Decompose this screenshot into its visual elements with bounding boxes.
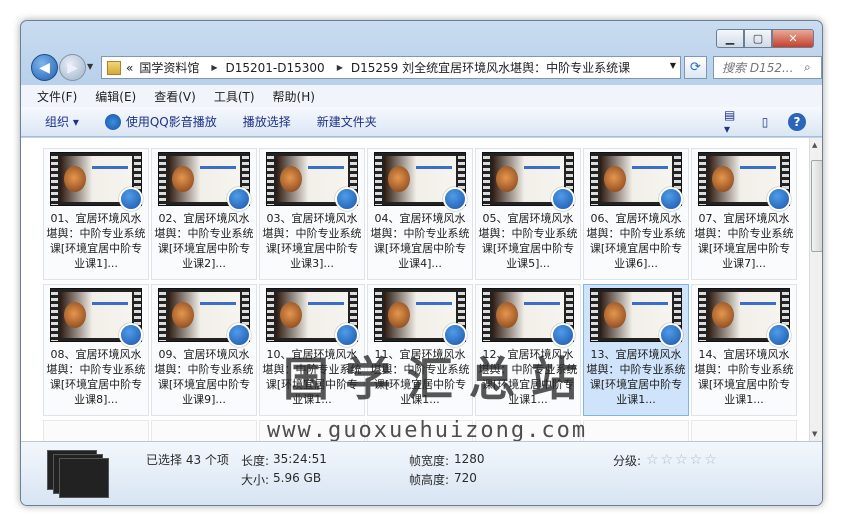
file-list[interactable]: 01、宜居环境风水堪舆：中阶专业系统课[环境宜居中阶专业课1]... 02、宜居环… [21,138,809,452]
play-selection-button[interactable]: 播放选择 [243,113,291,130]
qq-player-icon [443,323,467,347]
file-label: 10、宜居环境风水堪舆：中阶专业系统课[环境宜居中阶专业课1... [262,348,362,406]
qq-player-icon [767,323,791,347]
file-tile[interactable]: 05、宜居环境风水堪舆：中阶专业系统课[环境宜居中阶专业课5]... [475,148,581,280]
file-label: 05、宜居环境风水堪舆：中阶专业系统课[环境宜居中阶专业课5]... [478,212,578,270]
file-label: 09、宜居环境风水堪舆：中阶专业系统课[环境宜居中阶专业课9]... [154,348,254,406]
window-controls: ▁ ▢ ✕ [716,29,814,48]
file-tile[interactable]: 11、宜居环境风水堪舆：中阶专业系统课[环境宜居中阶专业课1... [367,284,473,416]
qq-player-icon [767,187,791,211]
file-tile[interactable]: 12、宜居环境风水堪舆：中阶专业系统课[环境宜居中阶专业课1... [475,284,581,416]
frame-width-label: 帧宽度: [409,454,450,468]
frame-width-value: 1280 [454,452,485,466]
file-tile[interactable]: 06、宜居环境风水堪舆：中阶专业系统课[环境宜居中阶专业课6]... [583,148,689,280]
details-pane: 已选择 43 个项 长度: 35:24:51 大小: 5.96 GB 帧宽度: … [21,441,822,505]
file-tile[interactable]: 02、宜居环境风水堪舆：中阶专业系统课[环境宜居中阶专业课2]... [151,148,257,280]
file-tile[interactable]: 04、宜居环境风水堪舆：中阶专业系统课[环境宜居中阶专业课4]... [367,148,473,280]
file-label: 11、宜居环境风水堪舆：中阶专业系统课[环境宜居中阶专业课1... [370,348,470,406]
recent-pages-dropdown[interactable]: ▼ [87,62,93,71]
search-box[interactable]: ⌕ [713,56,822,79]
qq-player-icon [227,187,251,211]
view-options-icon[interactable]: ▤ ▾ [724,108,742,136]
file-label: 07、宜居环境风水堪舆：中阶专业系统课[环境宜居中阶专业课7]... [694,212,794,270]
file-label: 08、宜居环境风水堪舆：中阶专业系统课[环境宜居中阶专业课8]... [46,348,146,406]
qq-player-icon [659,323,683,347]
file-label: 06、宜居环境风水堪舆：中阶专业系统课[环境宜居中阶专业课6]... [586,212,686,270]
vertical-scrollbar[interactable]: ▲ ▼ [809,138,822,441]
qq-play-button[interactable]: 使用QQ影音播放 [104,113,217,130]
forward-button[interactable]: ▶ [59,54,86,81]
length-value: 35:24:51 [273,452,327,466]
organize-button[interactable]: 组织 ▾ [45,113,79,130]
help-icon[interactable]: ? [788,113,806,131]
qq-player-icon [335,323,359,347]
breadcrumb-overflow[interactable]: « [126,61,133,75]
file-label: 13、宜居环境风水堪舆：中阶专业系统课[环境宜居中阶专业课1... [586,348,686,406]
qq-player-icon [659,187,683,211]
file-label: 14、宜居环境风水堪舆：中阶专业系统课[环境宜居中阶专业课1... [694,348,794,406]
file-label: 04、宜居环境风水堪舆：中阶专业系统课[环境宜居中阶专业课4]... [370,212,470,270]
menu-view[interactable]: 查看(V) [154,88,196,105]
refresh-button[interactable]: ⟳ [684,56,707,79]
file-tile[interactable]: 03、宜居环境风水堪舆：中阶专业系统课[环境宜居中阶专业课3]... [259,148,365,280]
breadcrumb-item[interactable]: D15201-D15300 [226,61,325,75]
rating-stars[interactable]: ☆☆☆☆☆ [646,452,719,468]
file-tile[interactable]: 08、宜居环境风水堪舆：中阶专业系统课[环境宜居中阶专业课8]... [43,284,149,416]
command-bar: 组织 ▾ 使用QQ影音播放 播放选择 新建文件夹 ▤ ▾ ▯ ? [21,107,822,137]
search-icon[interactable]: ⌕ [804,60,811,75]
breadcrumb-separator-icon[interactable]: ▶ [211,63,217,72]
file-tile[interactable]: 13、宜居环境风水堪舆：中阶专业系统课[环境宜居中阶专业课1... [583,284,689,416]
close-button[interactable]: ✕ [772,29,814,48]
back-button[interactable]: ◀ [31,54,58,81]
qq-player-icon [551,323,575,347]
file-label: 01、宜居环境风水堪舆：中阶专业系统课[环境宜居中阶专业课1]... [46,212,146,270]
scroll-down-icon[interactable]: ▼ [812,430,817,438]
command-bar-right: ▤ ▾ ▯ ? [710,108,806,136]
navigation-row: ◀ ▶ ▼ « 国学资料馆 ▶ D15201-D15300 ▶ D15259 刘… [29,54,822,82]
breadcrumb-separator-icon[interactable]: ▶ [337,63,343,72]
qq-player-icon [443,187,467,211]
file-label: 12、宜居环境风水堪舆：中阶专业系统课[环境宜居中阶专业课1... [478,348,578,406]
qq-player-icon [335,187,359,211]
scrollbar-thumb[interactable] [811,160,822,252]
size-label: 大小: [241,473,270,487]
file-tile[interactable]: 14、宜居环境风水堪舆：中阶专业系统课[环境宜居中阶专业课1... [691,284,797,416]
file-tile[interactable]: 10、宜居环境风水堪舆：中阶专业系统课[环境宜居中阶专业课1... [259,284,365,416]
qq-player-icon [551,187,575,211]
breadcrumb-item[interactable]: 国学资料馆 [139,59,199,76]
address-dropdown-icon[interactable]: ▼ [670,61,676,70]
frame-height-value: 720 [454,471,477,485]
qq-player-icon [104,113,121,130]
rating-label: 分级: [613,454,642,468]
qq-player-icon [227,323,251,347]
qq-player-icon [119,187,143,211]
file-label: 03、宜居环境风水堪舆：中阶专业系统课[环境宜居中阶专业课3]... [262,212,362,270]
frame-height-label: 帧高度: [409,473,450,487]
length-label: 长度: [241,454,270,468]
file-tile[interactable]: 07、宜居环境风水堪舆：中阶专业系统课[环境宜居中阶专业课7]... [691,148,797,280]
maximize-button[interactable]: ▢ [744,29,772,48]
explorer-window: ▁ ▢ ✕ ◀ ▶ ▼ « 国学资料馆 ▶ D15201-D15300 ▶ D1… [20,20,823,506]
menu-help[interactable]: 帮助(H) [273,88,315,105]
size-value: 5.96 GB [273,471,322,485]
menu-bar: 文件(F) 编辑(E) 查看(V) 工具(T) 帮助(H) [21,85,822,107]
search-input[interactable] [720,59,804,76]
folder-icon [107,60,121,75]
breadcrumb-item[interactable]: D15259 刘全统宜居环境风水堪舆：中阶专业系统课 [351,59,630,76]
menu-file[interactable]: 文件(F) [37,88,77,105]
address-bar[interactable]: « 国学资料馆 ▶ D15201-D15300 ▶ D15259 刘全统宜居环境… [101,56,681,79]
qq-play-label: 使用QQ影音播放 [125,115,217,129]
file-tile[interactable]: 09、宜居环境风水堪舆：中阶专业系统课[环境宜居中阶专业课9]... [151,284,257,416]
file-label: 02、宜居环境风水堪舆：中阶专业系统课[环境宜居中阶专业课2]... [154,212,254,270]
selection-stack-thumbnail [47,450,117,498]
preview-pane-icon[interactable]: ▯ [756,113,774,131]
qq-player-icon [119,323,143,347]
minimize-button[interactable]: ▁ [716,29,744,48]
menu-edit[interactable]: 编辑(E) [95,88,136,105]
file-tile[interactable]: 01、宜居环境风水堪舆：中阶专业系统课[环境宜居中阶专业课1]... [43,148,149,280]
menu-tools[interactable]: 工具(T) [214,88,255,105]
scroll-up-icon[interactable]: ▲ [812,141,817,149]
selected-count: 已选择 43 个项 [146,453,229,467]
new-folder-button[interactable]: 新建文件夹 [317,113,377,130]
